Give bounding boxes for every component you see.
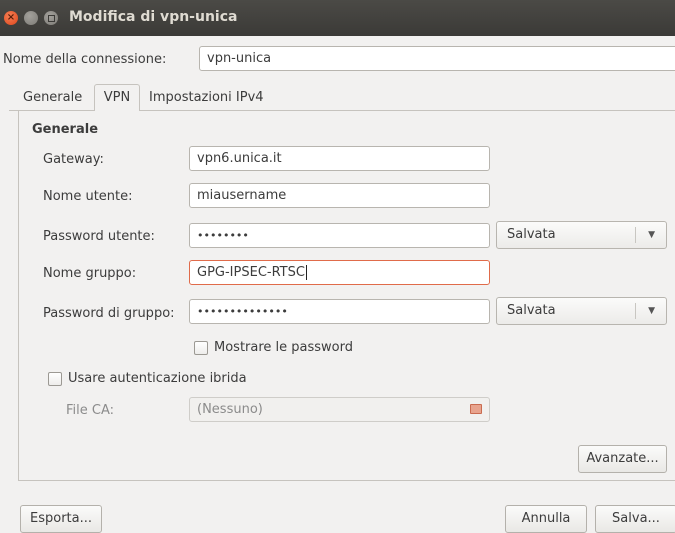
tab-generale[interactable]: Generale [19,85,86,110]
gateway-input[interactable]: vpn6.unica.it [189,146,490,171]
save-button[interactable]: Salva... [595,505,675,533]
ca-file-value: (Nessuno) [197,402,263,417]
user-password-input[interactable]: •••••••• [189,223,490,248]
section-title: Generale [32,122,99,137]
maximize-icon[interactable] [44,11,58,25]
show-passwords-label[interactable]: Mostrare le password [214,340,353,355]
title-bar: × Modifica di vpn-unica [0,0,675,36]
tab-vpn[interactable]: VPN [94,84,140,111]
text-caret [305,265,307,280]
hybrid-auth-checkbox[interactable] [48,372,62,386]
username-input[interactable]: miausername [189,183,490,208]
ca-file-chooser: (Nessuno) [189,397,490,422]
combo-separator [635,227,636,243]
user-password-mode-value: Salvata [507,227,556,242]
chevron-down-icon: ▼ [648,306,655,316]
window-title: Modifica di vpn-unica [69,9,238,25]
close-icon[interactable]: × [4,11,18,25]
group-name-label: Nome gruppo: [43,266,137,281]
hybrid-auth-label[interactable]: Usare autenticazione ibrida [68,371,247,386]
user-password-label: Password utente: [43,229,155,244]
group-name-input[interactable]: GPG-IPSEC-RTSC [189,260,490,285]
group-password-label: Password di gruppo: [43,306,175,321]
chevron-down-icon: ▼ [648,230,655,240]
group-password-mode-value: Salvata [507,303,556,318]
tab-ipv4[interactable]: Impostazioni IPv4 [145,85,268,110]
cancel-button[interactable]: Annulla [505,505,587,533]
minimize-icon[interactable] [24,11,38,25]
export-button[interactable]: Esporta... [20,505,102,533]
gateway-label: Gateway: [43,152,104,167]
group-password-mode-select[interactable]: Salvata ▼ [496,297,667,325]
connection-name-label: Nome della connessione: [3,52,167,67]
ca-file-label: File CA: [66,403,115,418]
username-label: Nome utente: [43,189,133,204]
show-passwords-checkbox[interactable] [194,341,208,355]
user-password-mode-select[interactable]: Salvata ▼ [496,221,667,249]
combo-separator [635,303,636,319]
group-password-input[interactable]: •••••••••••••• [189,299,490,324]
connection-name-input[interactable]: vpn-unica [199,46,675,71]
advanced-button[interactable]: Avanzate... [578,445,667,473]
group-name-value: GPG-IPSEC-RTSC [197,265,305,280]
file-icon [470,404,482,414]
